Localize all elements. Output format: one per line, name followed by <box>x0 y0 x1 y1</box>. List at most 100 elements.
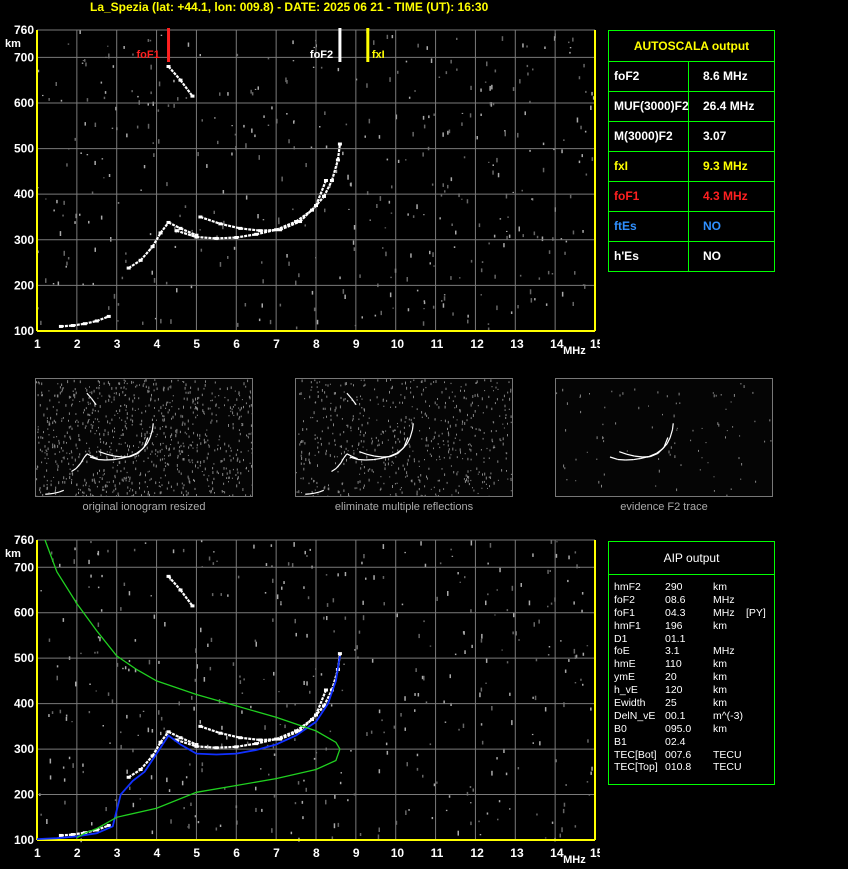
noise-dot <box>94 651 96 654</box>
noise-dot <box>508 381 510 384</box>
noise-dot <box>489 543 492 548</box>
noise-dot <box>456 456 458 459</box>
noise-dot <box>85 450 87 453</box>
noise-dot <box>433 447 434 450</box>
noise-dot <box>75 391 77 395</box>
noise-dot <box>502 442 504 446</box>
noise-dot <box>115 392 117 395</box>
noise-dot <box>250 424 252 427</box>
noise-dot <box>98 480 100 483</box>
noise-dot <box>340 772 342 774</box>
noise-dot <box>127 486 129 489</box>
noise-dot <box>717 422 719 425</box>
noise-dot <box>409 455 411 458</box>
noise-dot <box>353 384 354 387</box>
noise-dot <box>41 394 42 397</box>
noise-dot <box>423 388 424 391</box>
noise-dot <box>324 208 326 213</box>
noise-dot <box>245 143 247 148</box>
noise-dot <box>84 122 86 126</box>
noise-dot <box>399 401 401 404</box>
noise-dot <box>429 645 432 647</box>
noise-dot <box>305 787 307 792</box>
noise-dot <box>263 115 265 118</box>
noise-dot <box>533 622 535 627</box>
noise-dot <box>507 422 508 425</box>
noise-dot <box>309 690 311 694</box>
noise-dot <box>547 654 550 656</box>
noise-dot <box>313 46 315 49</box>
noise-dot <box>499 567 501 573</box>
noise-dot <box>433 783 436 787</box>
noise-dot <box>132 407 134 411</box>
noise-dot <box>91 391 93 395</box>
noise-dot <box>107 420 109 424</box>
y-tick-label: 200 <box>14 788 34 802</box>
autoscala-row: foF2 8.6 MHz <box>609 62 774 92</box>
noise-dot <box>150 453 152 455</box>
noise-dot <box>437 398 438 400</box>
noise-dot <box>634 388 636 391</box>
noise-dot <box>209 666 212 671</box>
noise-dot <box>476 467 478 470</box>
noise-dot <box>488 476 490 478</box>
noise-dot <box>519 274 522 277</box>
noise-dot <box>413 417 415 419</box>
noise-dot <box>56 412 58 416</box>
noise-dot <box>306 555 308 557</box>
noise-dot <box>377 439 379 442</box>
noise-dot <box>124 666 127 670</box>
noise-dot <box>478 223 481 228</box>
noise-dot <box>359 403 361 406</box>
noise-dot <box>461 122 463 126</box>
noise-dot <box>69 453 71 455</box>
noise-dot <box>192 447 194 449</box>
noise-dot <box>457 491 459 494</box>
noise-dot <box>162 415 164 418</box>
noise-dot <box>81 62 84 64</box>
noise-dot <box>337 573 339 577</box>
noise-dot <box>220 460 222 463</box>
noise-dot <box>232 494 234 496</box>
noise-dot <box>459 581 461 583</box>
noise-dot <box>510 473 512 476</box>
noise-dot <box>107 381 109 384</box>
noise-dot <box>460 386 462 388</box>
noise-dot <box>467 314 469 318</box>
noise-dot <box>568 41 570 44</box>
noise-dot <box>105 443 107 445</box>
x-tick-label: 3 <box>114 846 121 860</box>
noise-dot <box>296 491 298 493</box>
noise-dot <box>157 398 159 401</box>
noise-dot <box>103 96 106 100</box>
noise-dot <box>120 443 122 445</box>
noise-dot <box>601 484 602 488</box>
noise-dot <box>64 481 66 484</box>
aip-row: TEC[Bot] 007.6 TECU <box>609 749 774 762</box>
noise-dot <box>149 493 150 496</box>
noise-dot <box>85 407 87 410</box>
noise-dot <box>44 457 46 460</box>
noise-dot <box>459 448 461 452</box>
aip-row: hmE 110 km <box>609 658 774 671</box>
noise-dot <box>38 441 40 444</box>
trace-point <box>190 604 195 608</box>
noise-dot <box>38 382 40 385</box>
noise-dot <box>156 455 158 457</box>
noise-dot <box>456 472 458 476</box>
noise-dot <box>106 481 108 483</box>
noise-dot <box>283 581 285 584</box>
noise-dot <box>363 440 365 443</box>
noise-dot <box>232 411 234 415</box>
noise-dot <box>378 769 381 774</box>
aip-param-value: 110 <box>665 658 682 671</box>
trace-segment <box>260 228 281 232</box>
noise-dot <box>304 398 306 400</box>
noise-dot <box>89 386 90 388</box>
noise-dot <box>82 495 84 496</box>
trace-segment <box>617 458 626 461</box>
noise-dot <box>100 609 103 612</box>
noise-dot <box>158 660 160 664</box>
noise-dot <box>373 40 375 45</box>
noise-dot <box>128 397 130 401</box>
